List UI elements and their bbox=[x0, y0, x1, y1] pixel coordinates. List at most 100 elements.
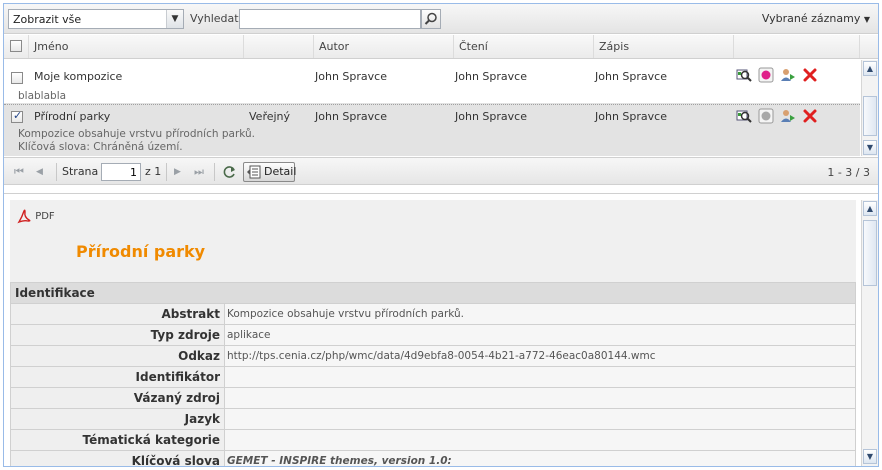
separator bbox=[214, 163, 215, 181]
delete-icon[interactable] bbox=[802, 67, 818, 83]
row-keywords: Klíčová slova: Chráněná území. bbox=[18, 141, 183, 153]
metadata-row: Jazyk bbox=[10, 408, 856, 430]
column-header-actions bbox=[734, 35, 860, 58]
selected-records-menu[interactable]: Vybrané záznamy ▼ bbox=[762, 12, 870, 25]
status-dot-icon[interactable] bbox=[758, 67, 774, 83]
field-value-resource-type: aplikace bbox=[224, 324, 856, 346]
metadata-row: Identifikátor bbox=[10, 366, 856, 388]
field-label-coupled-resource: Vázaný zdroj bbox=[10, 387, 225, 409]
row-name: Přírodní parky bbox=[34, 110, 111, 123]
separator bbox=[56, 163, 57, 181]
record-range: 1 - 3 / 3 bbox=[827, 166, 870, 179]
selected-records-label: Vybrané záznamy bbox=[761, 12, 861, 25]
first-page-icon[interactable]: ⏮ bbox=[14, 165, 24, 179]
search-icon bbox=[424, 12, 437, 25]
scroll-up-icon[interactable]: ▲ bbox=[863, 201, 877, 216]
pdf-icon bbox=[17, 209, 31, 224]
share-user-icon[interactable] bbox=[780, 108, 796, 124]
search-input[interactable] bbox=[239, 9, 421, 29]
field-label-link: Odkaz bbox=[10, 345, 225, 367]
field-value-link[interactable]: http://tps.cenia.cz/php/wmc/data/4d9ebfa… bbox=[224, 345, 856, 367]
column-header-name[interactable]: Jméno bbox=[29, 35, 244, 58]
column-header-read[interactable]: Čtení bbox=[454, 35, 594, 58]
separator bbox=[166, 163, 167, 181]
refresh-icon[interactable] bbox=[221, 164, 237, 180]
row-name: Moje kompozice bbox=[34, 70, 123, 83]
pdf-link[interactable]: PDF bbox=[16, 208, 55, 224]
field-label-identifier: Identifikátor bbox=[10, 366, 225, 388]
scroll-down-icon[interactable]: ▼ bbox=[863, 449, 877, 464]
next-page-icon[interactable]: ▶ bbox=[174, 167, 181, 177]
field-label-abstract: Abstrakt bbox=[10, 303, 225, 325]
metadata-row: Abstrakt Kompozice obsahuje vrstvu příro… bbox=[10, 303, 856, 325]
table-row-selected[interactable]: Přírodní parky Veřejný John Spravce John… bbox=[4, 104, 860, 156]
metadata-table: Identifikace Abstrakt Kompozice obsahuje… bbox=[10, 282, 856, 466]
metadata-row: Typ zdroje aplikace bbox=[10, 324, 856, 346]
row-author: John Spravce bbox=[315, 110, 387, 123]
field-value-topic-category bbox=[224, 429, 856, 451]
detail-scroll-thumb[interactable] bbox=[863, 220, 877, 286]
status-dot-icon[interactable] bbox=[758, 108, 774, 124]
chevron-down-icon: ▼ bbox=[863, 15, 870, 24]
delete-icon[interactable] bbox=[802, 108, 818, 124]
field-label-keywords: Klíčová slova bbox=[10, 450, 225, 466]
field-value-language bbox=[224, 408, 856, 430]
detail-panel: PDF Přírodní parky Identifikace Abstrakt… bbox=[4, 193, 878, 466]
grid-body: Moje kompozice John Spravce John Spravce… bbox=[4, 60, 860, 156]
row-write: John Spravce bbox=[595, 110, 667, 123]
table-row[interactable]: Moje kompozice John Spravce John Spravce… bbox=[4, 60, 860, 104]
row-checkbox-checked[interactable] bbox=[11, 109, 23, 123]
detail-scrollbar[interactable]: ▲ ▼ bbox=[861, 200, 878, 466]
search-button[interactable] bbox=[421, 9, 441, 29]
column-header-write[interactable]: Zápis bbox=[594, 35, 734, 58]
search-label: Vyhledat: bbox=[190, 12, 243, 25]
row-author: John Spravce bbox=[315, 70, 387, 83]
grid-scroll-thumb[interactable] bbox=[863, 96, 877, 136]
column-header-author[interactable]: Autor bbox=[314, 35, 454, 58]
field-value-identifier bbox=[224, 366, 856, 388]
paging-toolbar: ⏮ ◀ Strana z 1 ▶ ⏭ Detail 1 - 3 / 3 bbox=[4, 157, 878, 185]
field-label-resource-type: Typ zdroje bbox=[10, 324, 225, 346]
header-select-all-cell bbox=[4, 35, 29, 58]
last-page-icon[interactable]: ⏭ bbox=[194, 165, 204, 179]
detail-content: PDF Přírodní parky Identifikace Abstrakt… bbox=[10, 200, 856, 466]
document-title: Přírodní parky bbox=[76, 242, 206, 261]
field-value-coupled-resource bbox=[224, 387, 856, 409]
row-description: Kompozice obsahuje vrstvu přírodních par… bbox=[18, 128, 256, 140]
section-row: Identifikace bbox=[10, 282, 856, 304]
filter-select-value: Zobrazit vše bbox=[13, 13, 82, 26]
row-read: John Spravce bbox=[455, 110, 527, 123]
dropdown-arrow-icon[interactable]: ▼ bbox=[166, 10, 183, 28]
select-all-checkbox[interactable] bbox=[10, 40, 22, 52]
page-number-input[interactable] bbox=[101, 163, 141, 181]
row-checkbox[interactable] bbox=[11, 72, 23, 84]
field-value-keywords: GEMET - INSPIRE themes, version 1.0: bbox=[224, 450, 856, 466]
column-header-access[interactable] bbox=[244, 35, 314, 58]
page-label: Strana bbox=[62, 165, 99, 178]
page-of-label: z 1 bbox=[145, 165, 162, 178]
field-value-abstract: Kompozice obsahuje vrstvu přírodních par… bbox=[224, 303, 856, 325]
metadata-row: Odkaz http://tps.cenia.cz/php/wmc/data/4… bbox=[10, 345, 856, 367]
scroll-up-icon[interactable]: ▲ bbox=[863, 61, 877, 76]
pdf-label: PDF bbox=[35, 211, 55, 222]
field-label-topic-category: Tématická kategorie bbox=[10, 429, 225, 451]
detail-button-label: Detail bbox=[264, 165, 297, 178]
field-label-language: Jazyk bbox=[10, 408, 225, 430]
metadata-row: Klíčová slova GEMET - INSPIRE themes, ve… bbox=[10, 450, 856, 466]
detail-icon bbox=[247, 165, 261, 179]
filter-select[interactable]: Zobrazit vše ▼ bbox=[8, 9, 184, 29]
prev-page-icon[interactable]: ◀ bbox=[36, 167, 43, 177]
section-identification: Identifikace bbox=[10, 282, 856, 304]
scroll-down-icon[interactable]: ▼ bbox=[863, 140, 877, 155]
row-read: John Spravce bbox=[455, 70, 527, 83]
detail-button[interactable]: Detail bbox=[243, 162, 297, 182]
zoom-map-icon[interactable] bbox=[736, 67, 752, 83]
toolbar: Zobrazit vše ▼ Vyhledat: Vybrané záznamy… bbox=[4, 4, 878, 34]
grid-scrollbar[interactable]: ▲ ▼ bbox=[861, 60, 878, 156]
zoom-map-icon[interactable] bbox=[736, 108, 752, 124]
grid-header: Jméno Autor Čtení Zápis bbox=[4, 35, 878, 59]
share-user-icon[interactable] bbox=[780, 67, 796, 83]
row-description: blablabla bbox=[18, 90, 67, 102]
metadata-row: Tématická kategorie bbox=[10, 429, 856, 451]
row-write: John Spravce bbox=[595, 70, 667, 83]
